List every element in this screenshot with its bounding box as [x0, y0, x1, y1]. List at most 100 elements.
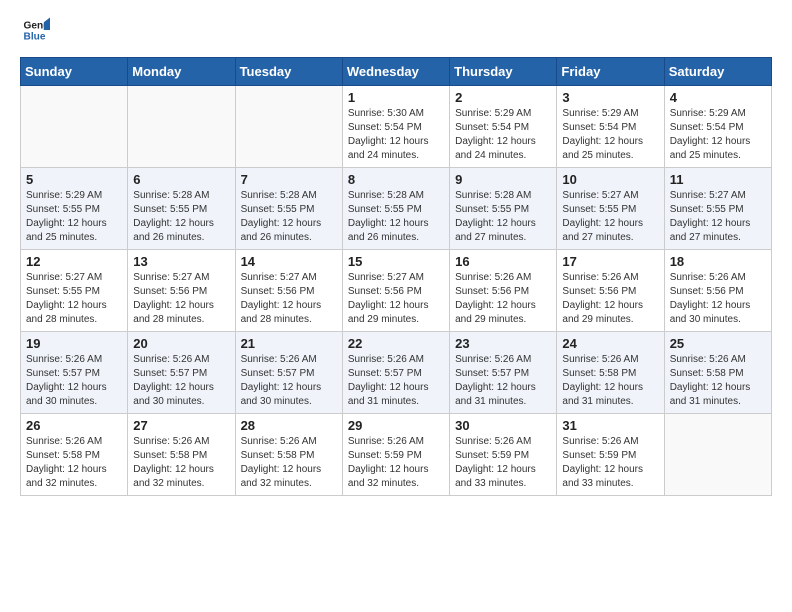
day-number: 14: [241, 254, 337, 269]
day-cell: 19 Sunrise: 5:26 AM Sunset: 5:57 PM Dayli…: [21, 332, 128, 414]
day-cell: 21 Sunrise: 5:26 AM Sunset: 5:57 PM Dayli…: [235, 332, 342, 414]
day-info: Sunrise: 5:26 AM Sunset: 5:59 PM Dayligh…: [348, 435, 444, 491]
day-number: 16: [455, 254, 551, 269]
day-cell: 2 Sunrise: 5:29 AM Sunset: 5:54 PM Daylig…: [450, 86, 557, 168]
week-row-5: 26Sunrise: 5:26 AM Sunset: 5:58 PM Dayli…: [21, 414, 772, 496]
day-header-sunday: Sunday: [21, 58, 128, 86]
day-info: Sunrise: 5:29 AM Sunset: 5:54 PM Dayligh…: [455, 107, 551, 163]
day-cell: 24 Sunrise: 5:26 AM Sunset: 5:58 PM Dayli…: [557, 332, 664, 414]
day-number: 3: [562, 90, 658, 105]
calendar: SundayMondayTuesdayWednesdayThursdayFrid…: [20, 57, 772, 496]
day-number: 17: [562, 254, 658, 269]
day-number: 22: [348, 336, 444, 351]
svg-text:Blue: Blue: [24, 31, 46, 42]
day-info: Sunrise: 5:27 AM Sunset: 5:55 PM Dayligh…: [562, 189, 658, 245]
week-row-1: 1Sunrise: 5:30 AM Sunset: 5:54 PM Daylig…: [21, 86, 772, 168]
day-number: 8: [348, 172, 444, 187]
day-number: 28: [241, 418, 337, 433]
day-header-friday: Friday: [557, 58, 664, 86]
day-cell: [128, 86, 235, 168]
week-row-3: 12Sunrise: 5:27 AM Sunset: 5:55 PM Dayli…: [21, 250, 772, 332]
day-number: 15: [348, 254, 444, 269]
logo: General Blue: [20, 16, 54, 49]
day-cell: 8Sunrise: 5:28 AM Sunset: 5:55 PM Daylig…: [342, 168, 449, 250]
day-header-wednesday: Wednesday: [342, 58, 449, 86]
day-cell: [235, 86, 342, 168]
day-info: Sunrise: 5:28 AM Sunset: 5:55 PM Dayligh…: [133, 189, 229, 245]
day-number: 30: [455, 418, 551, 433]
day-number: 21: [241, 336, 337, 351]
day-info: Sunrise: 5:26 AM Sunset: 5:57 PM Dayligh…: [455, 353, 551, 409]
day-info: Sunrise: 5:28 AM Sunset: 5:55 PM Dayligh…: [241, 189, 337, 245]
day-header-thursday: Thursday: [450, 58, 557, 86]
day-info: Sunrise: 5:26 AM Sunset: 5:58 PM Dayligh…: [241, 435, 337, 491]
day-info: Sunrise: 5:30 AM Sunset: 5:54 PM Dayligh…: [348, 107, 444, 163]
day-cell: [21, 86, 128, 168]
day-number: 10: [562, 172, 658, 187]
day-cell: 7 Sunrise: 5:28 AM Sunset: 5:55 PM Daylig…: [235, 168, 342, 250]
day-info: Sunrise: 5:26 AM Sunset: 5:58 PM Dayligh…: [26, 435, 122, 491]
day-cell: 18 Sunrise: 5:26 AM Sunset: 5:56 PM Dayli…: [664, 250, 771, 332]
day-header-saturday: Saturday: [664, 58, 771, 86]
day-cell: 5Sunrise: 5:29 AM Sunset: 5:55 PM Daylig…: [21, 168, 128, 250]
day-cell: 16 Sunrise: 5:26 AM Sunset: 5:56 PM Dayli…: [450, 250, 557, 332]
day-header-tuesday: Tuesday: [235, 58, 342, 86]
day-cell: 20 Sunrise: 5:26 AM Sunset: 5:57 PM Dayli…: [128, 332, 235, 414]
day-info: Sunrise: 5:26 AM Sunset: 5:57 PM Dayligh…: [26, 353, 122, 409]
day-info: Sunrise: 5:29 AM Sunset: 5:54 PM Dayligh…: [670, 107, 766, 163]
day-info: Sunrise: 5:27 AM Sunset: 5:55 PM Dayligh…: [26, 271, 122, 327]
day-info: Sunrise: 5:26 AM Sunset: 5:59 PM Dayligh…: [562, 435, 658, 491]
day-info: Sunrise: 5:26 AM Sunset: 5:58 PM Dayligh…: [133, 435, 229, 491]
day-number: 20: [133, 336, 229, 351]
day-number: 19: [26, 336, 122, 351]
day-number: 4: [670, 90, 766, 105]
calendar-header-row: SundayMondayTuesdayWednesdayThursdayFrid…: [21, 58, 772, 86]
day-cell: 31 Sunrise: 5:26 AM Sunset: 5:59 PM Dayli…: [557, 414, 664, 496]
day-number: 18: [670, 254, 766, 269]
day-cell: [664, 414, 771, 496]
day-number: 2: [455, 90, 551, 105]
day-info: Sunrise: 5:26 AM Sunset: 5:57 PM Dayligh…: [133, 353, 229, 409]
day-cell: 26Sunrise: 5:26 AM Sunset: 5:58 PM Dayli…: [21, 414, 128, 496]
day-number: 25: [670, 336, 766, 351]
day-info: Sunrise: 5:26 AM Sunset: 5:58 PM Dayligh…: [670, 353, 766, 409]
day-cell: 25 Sunrise: 5:26 AM Sunset: 5:58 PM Dayli…: [664, 332, 771, 414]
day-info: Sunrise: 5:29 AM Sunset: 5:55 PM Dayligh…: [26, 189, 122, 245]
day-cell: 28 Sunrise: 5:26 AM Sunset: 5:58 PM Dayli…: [235, 414, 342, 496]
day-cell: 15 Sunrise: 5:27 AM Sunset: 5:56 PM Dayli…: [342, 250, 449, 332]
day-cell: 27Sunrise: 5:26 AM Sunset: 5:58 PM Dayli…: [128, 414, 235, 496]
day-info: Sunrise: 5:29 AM Sunset: 5:54 PM Dayligh…: [562, 107, 658, 163]
logo-icon: General Blue: [22, 16, 50, 44]
day-number: 7: [241, 172, 337, 187]
day-header-monday: Monday: [128, 58, 235, 86]
day-cell: 6 Sunrise: 5:28 AM Sunset: 5:55 PM Daylig…: [128, 168, 235, 250]
day-number: 24: [562, 336, 658, 351]
day-number: 6: [133, 172, 229, 187]
day-number: 11: [670, 172, 766, 187]
day-info: Sunrise: 5:27 AM Sunset: 5:56 PM Dayligh…: [348, 271, 444, 327]
day-info: Sunrise: 5:26 AM Sunset: 5:57 PM Dayligh…: [241, 353, 337, 409]
day-cell: 17 Sunrise: 5:26 AM Sunset: 5:56 PM Dayli…: [557, 250, 664, 332]
day-cell: 30Sunrise: 5:26 AM Sunset: 5:59 PM Dayli…: [450, 414, 557, 496]
day-number: 13: [133, 254, 229, 269]
day-cell: 23 Sunrise: 5:26 AM Sunset: 5:57 PM Dayli…: [450, 332, 557, 414]
day-number: 23: [455, 336, 551, 351]
day-cell: 3 Sunrise: 5:29 AM Sunset: 5:54 PM Daylig…: [557, 86, 664, 168]
day-info: Sunrise: 5:26 AM Sunset: 5:56 PM Dayligh…: [670, 271, 766, 327]
day-number: 29: [348, 418, 444, 433]
page: General Blue SundayMondayTuesdayWednesda…: [0, 0, 792, 512]
day-cell: 29 Sunrise: 5:26 AM Sunset: 5:59 PM Dayli…: [342, 414, 449, 496]
day-cell: 13 Sunrise: 5:27 AM Sunset: 5:56 PM Dayli…: [128, 250, 235, 332]
week-row-2: 5Sunrise: 5:29 AM Sunset: 5:55 PM Daylig…: [21, 168, 772, 250]
day-cell: 14 Sunrise: 5:27 AM Sunset: 5:56 PM Dayli…: [235, 250, 342, 332]
day-cell: 9 Sunrise: 5:28 AM Sunset: 5:55 PM Daylig…: [450, 168, 557, 250]
day-info: Sunrise: 5:26 AM Sunset: 5:56 PM Dayligh…: [562, 271, 658, 327]
day-info: Sunrise: 5:26 AM Sunset: 5:56 PM Dayligh…: [455, 271, 551, 327]
day-info: Sunrise: 5:28 AM Sunset: 5:55 PM Dayligh…: [455, 189, 551, 245]
day-number: 9: [455, 172, 551, 187]
day-info: Sunrise: 5:26 AM Sunset: 5:58 PM Dayligh…: [562, 353, 658, 409]
day-info: Sunrise: 5:27 AM Sunset: 5:56 PM Dayligh…: [241, 271, 337, 327]
day-cell: 1Sunrise: 5:30 AM Sunset: 5:54 PM Daylig…: [342, 86, 449, 168]
day-number: 31: [562, 418, 658, 433]
day-info: Sunrise: 5:27 AM Sunset: 5:56 PM Dayligh…: [133, 271, 229, 327]
